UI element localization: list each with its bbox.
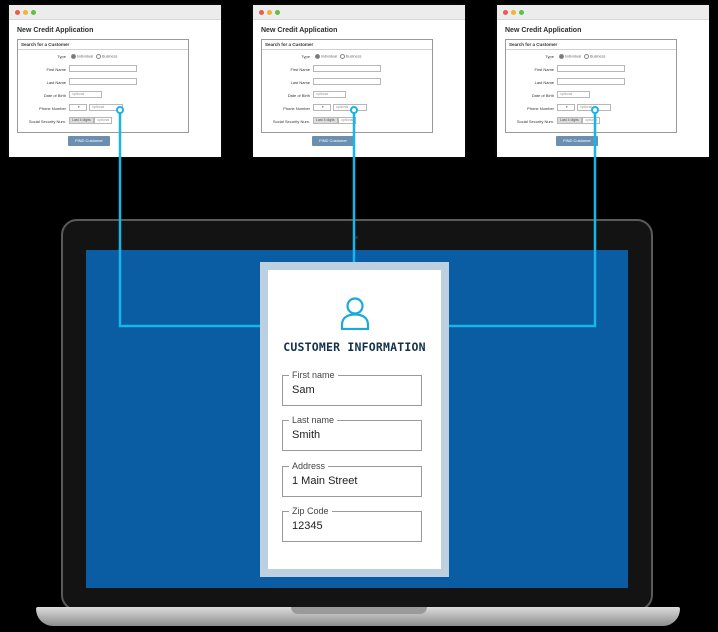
type-label: Type	[301, 54, 310, 59]
ssn-label: Social Security Num.	[272, 119, 310, 124]
last-name-input[interactable]	[69, 78, 137, 85]
dob-input[interactable]: optional	[313, 91, 346, 98]
first-name-input[interactable]	[557, 65, 625, 72]
radio-individual[interactable]: Individual	[71, 54, 93, 59]
find-customer-button[interactable]: FIND Customer	[556, 136, 598, 146]
ssn-last4-tag: Last 4 digits	[69, 117, 94, 124]
first-name-label: First Name	[290, 67, 310, 72]
close-window-dot-icon[interactable]	[15, 10, 20, 15]
radio-unselected-icon	[584, 54, 589, 59]
last-name-label: Last Name	[46, 80, 66, 85]
user-icon	[340, 297, 370, 330]
first-name-label: First Name	[534, 67, 554, 72]
radio-individual[interactable]: Individual	[315, 54, 337, 59]
first-name-field-value[interactable]: Sam	[292, 384, 412, 396]
link-anchor-dot-right	[591, 106, 599, 114]
laptop-notch	[291, 607, 427, 614]
dob-label: Date of Birth	[43, 93, 66, 98]
dob-input[interactable]: optional	[69, 91, 102, 98]
radio-business[interactable]: Business	[584, 54, 605, 59]
radio-unselected-icon	[340, 54, 345, 59]
radio-business[interactable]: Business	[340, 54, 361, 59]
zip-code-field-label: Zip Code	[289, 506, 332, 516]
last-name-field-label: Last name	[289, 415, 338, 425]
first-name-field-label: First name	[289, 370, 338, 380]
divider	[18, 49, 188, 50]
address-field-value[interactable]: 1 Main Street	[292, 475, 412, 487]
panel-title: Search for a Customer	[509, 42, 558, 47]
first-name-input[interactable]	[69, 65, 137, 72]
link-anchor-dot-left	[116, 106, 124, 114]
radio-selected-icon	[71, 54, 76, 59]
ssn-last4-tag: Last 4 digits	[557, 117, 582, 124]
credit-application-window: New Credit Application Search for a Cust…	[253, 5, 465, 157]
find-customer-button[interactable]: FIND Customer	[312, 136, 354, 146]
dob-label: Date of Birth	[287, 93, 310, 98]
close-window-dot-icon[interactable]	[259, 10, 264, 15]
ssn-input[interactable]: optional	[94, 117, 112, 124]
ssn-input[interactable]: optional	[582, 117, 600, 124]
close-window-dot-icon[interactable]	[503, 10, 508, 15]
last-name-input[interactable]	[557, 78, 625, 85]
last-name-label: Last Name	[534, 80, 554, 85]
divider	[262, 49, 432, 50]
radio-individual[interactable]: Individual	[559, 54, 581, 59]
window-title: New Credit Application	[17, 27, 94, 34]
search-customer-panel: Search for a Customer Type Individual Bu…	[17, 39, 189, 133]
window-titlebar	[497, 5, 709, 20]
address-field-label: Address	[289, 461, 329, 471]
zip-code-field-value[interactable]: 12345	[292, 520, 412, 532]
window-title: New Credit Application	[261, 27, 338, 34]
first-name-input[interactable]	[313, 65, 381, 72]
ssn-label: Social Security Num.	[28, 119, 66, 124]
panel-title: Search for a Customer	[21, 42, 70, 47]
last-name-input[interactable]	[313, 78, 381, 85]
minimize-window-dot-icon[interactable]	[23, 10, 28, 15]
search-customer-panel: Search for a Customer Type Individual Bu…	[505, 39, 677, 133]
phone-label: Phone Number	[283, 106, 310, 111]
ssn-input[interactable]: optional	[338, 117, 356, 124]
link-anchor-dot-middle	[350, 106, 358, 114]
phone-label: Phone Number	[527, 106, 554, 111]
phone-country-select[interactable]: ▾	[69, 104, 87, 111]
maximize-window-dot-icon[interactable]	[519, 10, 524, 15]
phone-country-select[interactable]: ▾	[557, 104, 575, 111]
minimize-window-dot-icon[interactable]	[511, 10, 516, 15]
find-customer-button[interactable]: FIND Customer	[68, 136, 110, 146]
window-title: New Credit Application	[505, 27, 582, 34]
panel-title: Search for a Customer	[265, 42, 314, 47]
radio-selected-icon	[559, 54, 564, 59]
radio-selected-icon	[315, 54, 320, 59]
radio-unselected-icon	[96, 54, 101, 59]
last-name-label: Last Name	[290, 80, 310, 85]
camera-icon	[355, 236, 358, 239]
last-name-field-value[interactable]: Smith	[292, 429, 412, 441]
phone-label: Phone Number	[39, 106, 66, 111]
minimize-window-dot-icon[interactable]	[267, 10, 272, 15]
maximize-window-dot-icon[interactable]	[275, 10, 280, 15]
credit-application-window: New Credit Application Search for a Cust…	[9, 5, 221, 157]
first-name-label: First Name	[46, 67, 66, 72]
card-title: CUSTOMER INFORMATION	[283, 340, 426, 354]
search-customer-panel: Search for a Customer Type Individual Bu…	[261, 39, 433, 133]
dob-label: Date of Birth	[531, 93, 554, 98]
window-titlebar	[253, 5, 465, 20]
last-name-field[interactable]: Last name Smith	[282, 415, 422, 451]
maximize-window-dot-icon[interactable]	[31, 10, 36, 15]
window-titlebar	[9, 5, 221, 20]
dob-input[interactable]: optional	[557, 91, 590, 98]
ssn-label: Social Security Num.	[516, 119, 554, 124]
address-field[interactable]: Address 1 Main Street	[282, 461, 422, 497]
ssn-last4-tag: Last 4 digits	[313, 117, 338, 124]
zip-code-field[interactable]: Zip Code 12345	[282, 506, 422, 542]
type-label: Type	[545, 54, 554, 59]
type-label: Type	[57, 54, 66, 59]
radio-business[interactable]: Business	[96, 54, 117, 59]
divider	[506, 49, 676, 50]
credit-application-window: New Credit Application Search for a Cust…	[497, 5, 709, 157]
phone-country-select[interactable]: ▾	[313, 104, 331, 111]
first-name-field[interactable]: First name Sam	[282, 370, 422, 406]
